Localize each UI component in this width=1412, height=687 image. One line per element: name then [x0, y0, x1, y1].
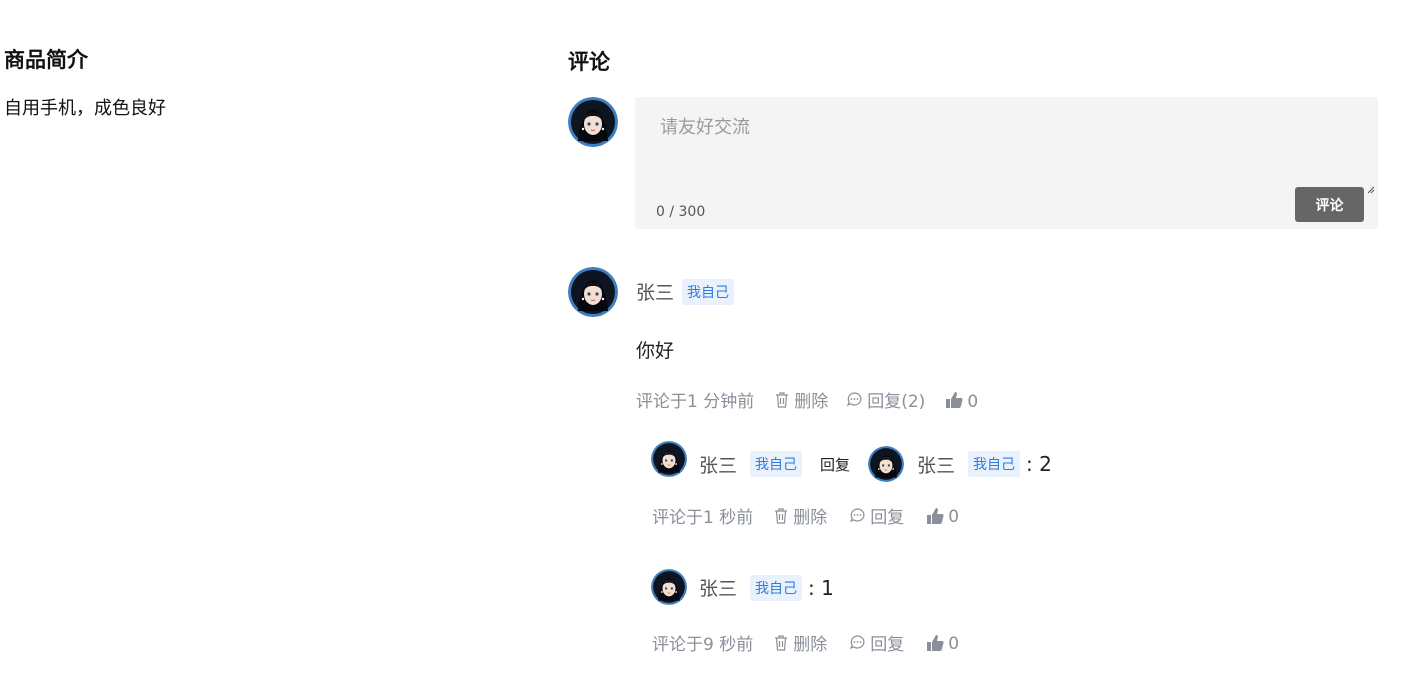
product-description: 自用手机，成色良好 [4, 98, 166, 119]
comment-content: 你好 [636, 340, 675, 362]
self-tag: 我自己 [682, 278, 735, 305]
reply-button[interactable]: 回复 [849, 503, 904, 528]
delete-button[interactable]: 删除 [773, 503, 827, 528]
comment-user-name[interactable]: 张三 [636, 278, 674, 305]
reply-header: 张三 我自己 : 1 [699, 574, 834, 601]
reply-time: 评论于9 秒前 [652, 635, 754, 655]
trash-icon [775, 635, 788, 651]
comment-composer: 请友好交流 0 / 300 评论 [568, 97, 1380, 229]
char-counter: 0 / 300 [656, 204, 706, 220]
avatar[interactable] [651, 441, 687, 477]
like-count: 0 [948, 506, 960, 527]
reply-actions: 评论于1 秒前 删除 回复 0 [652, 503, 959, 529]
reply-button[interactable]: 回复(2) [846, 387, 925, 412]
submit-comment-button[interactable]: 评论 [1295, 187, 1364, 222]
thumbs-up-icon [946, 391, 963, 408]
trash-icon [775, 508, 788, 524]
comment-actions: 评论于1 分钟前 删除 回复(2) 0 [636, 387, 978, 412]
comment-input[interactable]: 请友好交流 0 / 300 评论 [635, 97, 1378, 229]
comments-title: 评论 [568, 50, 610, 74]
chat-bubble-icon [850, 635, 865, 650]
resize-handle-icon[interactable] [1367, 186, 1375, 194]
product-intro: 商品简介 自用手机，成色良好 [4, 44, 524, 120]
reply-button[interactable]: 回复 [849, 630, 904, 655]
avatar[interactable] [568, 97, 618, 147]
reply-content: : 1 [808, 575, 834, 600]
product-intro-title: 商品简介 [4, 48, 88, 72]
like-count: 0 [948, 633, 960, 654]
reply-time: 评论于1 秒前 [652, 508, 754, 528]
thumbs-up-icon [927, 507, 944, 524]
reply-header: 张三 我自己 回复 张三 我自己 : 2 [699, 446, 1052, 482]
like-button[interactable]: 0 [926, 632, 959, 654]
chat-bubble-icon [847, 392, 862, 407]
reply-content: : 2 [1026, 452, 1052, 476]
reply-user-name[interactable]: 张三 [699, 451, 737, 478]
delete-button[interactable]: 删除 [774, 387, 828, 412]
self-tag: 我自己 [750, 451, 803, 477]
comment-time: 评论于1 分钟前 [636, 392, 755, 412]
delete-button[interactable]: 删除 [773, 630, 827, 655]
self-tag: 我自己 [750, 574, 803, 601]
like-count: 0 [967, 391, 979, 412]
comments-section: 评论 请友好交流 0 / 300 评论 张三 我自己 你好 评论于1 分钟前 删… [568, 46, 1380, 655]
thumbs-up-icon [927, 634, 944, 651]
avatar[interactable] [568, 267, 618, 317]
trash-icon [776, 392, 789, 408]
comment-header: 张三 我自己 [636, 278, 735, 305]
avatar[interactable] [868, 446, 905, 482]
like-button[interactable]: 0 [945, 388, 978, 412]
self-tag: 我自己 [968, 451, 1021, 477]
reply-to-label: 回复 [820, 455, 851, 474]
comment-placeholder: 请友好交流 [660, 117, 750, 138]
reply-target-user-name[interactable]: 张三 [917, 451, 955, 478]
like-button[interactable]: 0 [926, 505, 959, 527]
reply-user-name[interactable]: 张三 [699, 574, 737, 601]
reply-actions: 评论于9 秒前 删除 回复 0 [652, 630, 959, 656]
chat-bubble-icon [850, 508, 865, 523]
avatar[interactable] [651, 569, 687, 605]
